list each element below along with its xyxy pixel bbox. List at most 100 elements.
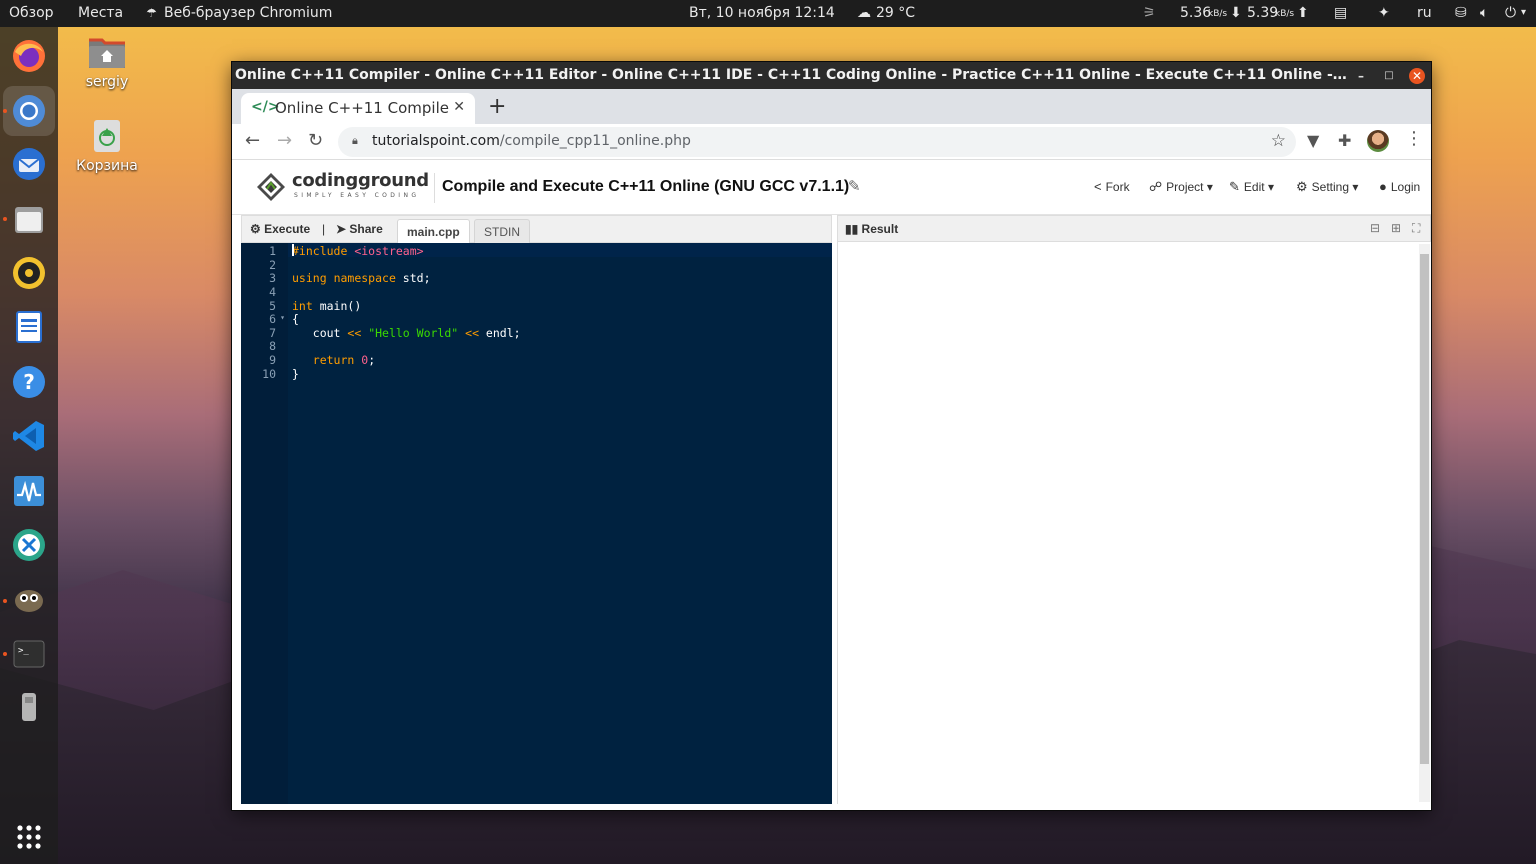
usb-drive-icon[interactable] [9,687,49,727]
editor-gutter: 1 2 3 4 5 6 ▾ 7 8 9 10 [241,243,288,804]
volume-icon[interactable]: 🔈︎ [1480,5,1488,21]
logo-tagline: SIMPLY EASY CODING [294,192,420,199]
accessibility-icon[interactable]: ✦ [1378,5,1390,21]
stdin-tab[interactable]: STDIN [474,219,530,243]
vscode-icon[interactable] [9,416,49,456]
code-editor[interactable]: 1 2 3 4 5 6 ▾ 7 8 9 10 #include <iostrea… [241,243,832,804]
result-scrollbar[interactable] [1419,244,1430,802]
gimp-icon[interactable] [9,579,49,619]
close-window-button[interactable]: ✕ [1409,68,1425,84]
desktop-home-label: sergiy [85,74,129,90]
network-status-icon[interactable]: ⛁ [1455,5,1467,21]
reload-button[interactable]: ↻ [308,130,323,151]
language-indicator[interactable]: ru [1417,5,1432,21]
codingground-logo[interactable]: codingground SIMPLY EASY CODING [256,170,429,204]
files-icon[interactable] [9,199,49,239]
tab-title: Online C++11 Compiler - Online C++11 Edi… [275,99,450,117]
system-menu-arrow-icon[interactable]: ▾ [1521,7,1526,18]
edit-title-icon[interactable]: ✎ [848,177,861,195]
fork-icon: < [1094,179,1102,194]
show-applications-icon[interactable] [9,817,49,857]
project-menu[interactable]: ☍ Project ▾ [1149,179,1213,195]
code-line: int main() [292,299,362,313]
places-menu[interactable]: Места [78,5,123,21]
home-folder-icon [89,38,125,68]
result-scrollbar-thumb[interactable] [1420,254,1429,764]
url-host: tutorialspoint.com [372,133,500,149]
login-label: Login [1390,180,1421,194]
lock-icon[interactable]: 🔒︎ [352,134,358,148]
net-down-value: 5.36 [1180,5,1212,21]
svg-text:>_: >_ [18,646,29,656]
desktop-trash[interactable]: Корзина [67,116,147,174]
net-up-value: 5.39 [1247,5,1279,21]
tab-close-icon[interactable]: ✕ [453,99,465,115]
login-link[interactable]: ● Login [1379,179,1420,194]
url-path: /compile_cpp11_online.php [499,133,691,149]
rhythmbox-icon[interactable] [9,253,49,293]
browser-window: Online C++11 Compiler - Online C++11 Edi… [232,62,1431,810]
code-line: cout << "Hello World" << endl; [292,326,521,340]
activities-button[interactable]: Обзор [9,5,54,21]
terminal-icon[interactable]: >_ [9,634,49,674]
site-header: codingground SIMPLY EASY CODING Compile … [232,161,1431,215]
chromium-dock-icon[interactable] [3,86,55,136]
bookmark-star-icon[interactable]: ☆ [1271,131,1286,151]
help-icon[interactable]: ? [9,362,49,402]
page-content: codingground SIMPLY EASY CODING Compile … [232,161,1431,810]
code-line: { [292,312,299,326]
window-titlebar[interactable]: Online C++11 Compiler - Online C++11 Edi… [232,62,1431,89]
libreoffice-writer-icon[interactable] [9,307,49,347]
window-title: Online C++11 Compiler - Online C++11 Edi… [235,67,1350,83]
vue-devtools-extension-icon[interactable]: ▼ [1307,131,1319,150]
edit-menu[interactable]: ✎ Edit ▾ [1229,179,1274,195]
execute-button[interactable]: ⚙ Execute [250,222,310,236]
desktop-home-folder[interactable]: sergiy [67,34,147,90]
editor-pane: ⚙ Execute | ➤ Share main.cpp STDIN 1 2 3… [241,215,832,810]
weather-temp[interactable]: 29 °C [876,5,915,21]
gear-icon: ⚙ [1296,179,1308,194]
firefox-icon[interactable] [9,36,49,76]
result-output[interactable] [837,242,1431,804]
minimize-button[interactable]: – [1353,68,1369,84]
setting-label: Setting [1311,180,1350,194]
browser-tab[interactable]: </> Online C++11 Compiler - Online C++11… [241,93,475,124]
clock[interactable]: Вт, 10 ноября 12:14 [689,5,835,21]
fork-menu[interactable]: < Fork [1094,179,1130,194]
fullscreen-icon[interactable]: ⛶ [1412,221,1420,236]
new-tab-button[interactable]: + [488,94,506,119]
thunderbird-icon[interactable] [9,144,49,184]
setting-menu[interactable]: ⚙ Setting ▾ [1296,179,1358,195]
clipboard-icon[interactable]: ▤ [1334,5,1347,21]
desktop-trash-label: Корзина [76,158,138,174]
app-menu[interactable]: Веб-браузер Chromium [164,5,332,21]
back-button[interactable]: ← [245,130,260,151]
chrome-menu-icon[interactable]: ⋮ [1405,128,1423,149]
code-line: return 0; [312,353,376,367]
share-button[interactable]: ➤ Share [336,222,383,236]
browser-toolbar: ← → ↻ 🔒︎ tutorialspoint.com/compile_cpp1… [232,124,1431,160]
power-icon[interactable]: ⏻ [1505,5,1516,21]
gears-icon: ⚙ [250,222,265,236]
result-header: ▮▮ Result [845,222,898,236]
running-indicator [3,652,7,656]
arrow-up-icon: ⬆ [1297,5,1309,21]
extensions-puzzle-icon[interactable]: ✚ [1338,131,1351,150]
line-number: 3 [269,271,276,285]
profile-avatar[interactable] [1367,130,1389,152]
maximize-button[interactable]: □ [1381,68,1397,84]
page-title: Compile and Execute C++11 Online (GNU GC… [442,178,850,195]
net-down-unit: kB/s [1208,9,1228,19]
url-text[interactable]: tutorialspoint.com/compile_cpp11_online.… [372,133,691,149]
line-number: 2 [269,258,276,272]
remote-desktop-icon[interactable] [9,525,49,565]
line-number: 4 [269,285,276,299]
address-bar[interactable]: 🔒︎ tutorialspoint.com/compile_cpp11_onli… [338,127,1296,157]
fold-arrow-icon[interactable]: ▾ [280,313,285,322]
expand-icon[interactable]: ⊞ [1391,221,1401,235]
compress-icon[interactable]: ⊟ [1370,221,1380,235]
forward-button[interactable]: → [277,130,292,151]
file-tab-main-cpp[interactable]: main.cpp [397,219,470,243]
line-number: 7 [269,326,276,340]
system-monitor-icon[interactable] [9,471,49,511]
